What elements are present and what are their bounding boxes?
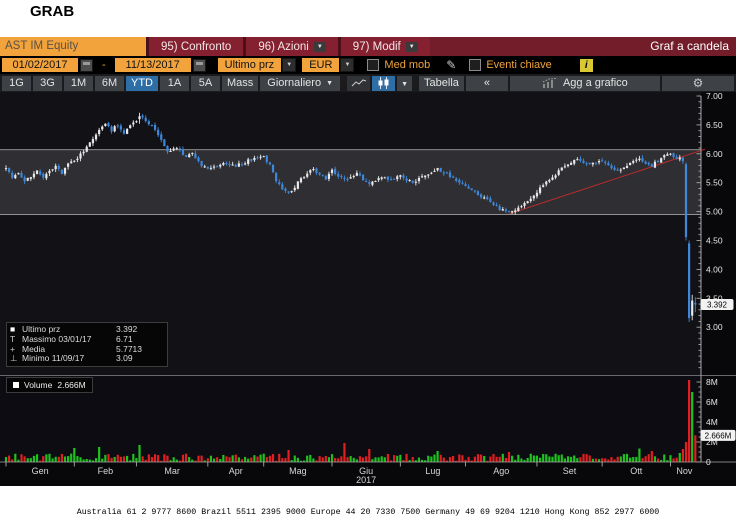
currency-select[interactable]: EUR: [302, 58, 340, 72]
svg-text:3.00: 3.00: [706, 322, 723, 332]
chart-toolbar: 1G 3G 1M 6M YTD 1A 5A Mass Giornaliero ▼…: [0, 74, 736, 92]
chevron-down-icon[interactable]: ▼: [282, 58, 297, 72]
svg-text:4.00: 4.00: [706, 264, 723, 274]
svg-text:6.00: 6.00: [706, 149, 723, 159]
svg-text:Feb: Feb: [98, 466, 114, 476]
frequency-select[interactable]: Giornaliero ▼: [260, 75, 341, 91]
gear-icon: ⚙: [692, 75, 704, 90]
svg-text:4M: 4M: [706, 417, 718, 427]
period-button-5a[interactable]: 5A: [191, 75, 220, 91]
period-button-1a[interactable]: 1A: [160, 75, 189, 91]
svg-text:6M: 6M: [706, 397, 718, 407]
chevron-down-icon: ▼: [405, 41, 418, 52]
bloomberg-terminal: GRAB AST IM Equity 95) Confronto 96) Azi…: [0, 0, 736, 530]
svg-text:Mag: Mag: [289, 466, 307, 476]
price-source-select[interactable]: Ultimo prz: [217, 58, 282, 72]
settings-button[interactable]: ⚙: [661, 75, 734, 91]
candlestick-icon: [378, 77, 389, 89]
frequency-label: Giornaliero: [267, 76, 322, 89]
svg-text:Ago: Ago: [493, 466, 509, 476]
med-mob-checkbox[interactable]: [367, 59, 380, 71]
date-range-separator: -: [102, 59, 106, 71]
svg-text:6.50: 6.50: [706, 120, 723, 130]
eventi-chiave-checkbox[interactable]: [469, 59, 482, 71]
svg-text:3.392: 3.392: [707, 301, 728, 310]
menu-azioni-label: 96) Azioni: [258, 40, 309, 53]
svg-text:Ott: Ott: [630, 466, 643, 476]
period-button-6m[interactable]: 6M: [95, 75, 124, 91]
volume-legend[interactable]: Volume 2.666M: [6, 377, 93, 393]
volume-legend-value: 2.666M: [57, 380, 86, 390]
svg-text:Mar: Mar: [164, 466, 180, 476]
period-button-3g[interactable]: 3G: [33, 75, 62, 91]
date-to-input[interactable]: 11/13/2017: [114, 58, 191, 72]
collapse-panel-button[interactable]: «: [465, 75, 508, 91]
info-icon[interactable]: i: [579, 58, 593, 72]
chevron-down-icon: ▼: [401, 80, 408, 88]
grab-bar: GRAB: [0, 0, 736, 37]
calendar-icon[interactable]: [80, 58, 93, 72]
period-button-1g[interactable]: 1G: [2, 75, 31, 91]
svg-text:Gen: Gen: [32, 466, 49, 476]
period-button-ytd[interactable]: YTD: [126, 75, 158, 91]
footer-contacts-line: Australia 61 2 9777 8600 Brazil 5511 239…: [76, 507, 660, 517]
pencil-icon[interactable]: ✎: [446, 58, 456, 72]
chart-type-dropdown-button[interactable]: ▼: [397, 75, 413, 91]
chevron-down-icon: ▼: [326, 79, 334, 87]
chevron-down-icon: ▼: [313, 41, 326, 52]
chart-legend[interactable]: ■ Ultimo prz 3.392 T Massimo 03/01/17 6.…: [6, 322, 168, 368]
chart-area: 7.00 6.50 6.00 5.50 5.00 4.50 4.00 3.50 3.00 0 2M 4…: [0, 92, 736, 486]
svg-text:Set: Set: [563, 466, 577, 476]
svg-text:Lug: Lug: [425, 466, 440, 476]
menu-modif-label: 97) Modif: [352, 40, 401, 53]
line-chart-type-button[interactable]: [347, 75, 371, 91]
tabella-button[interactable]: Tabella: [419, 75, 464, 91]
grab-title: GRAB: [30, 3, 75, 20]
legend-value: 3.09: [116, 353, 133, 364]
filter-bar: 01/02/2017 - 11/13/2017 Ultimo prz ▼ EUR…: [0, 56, 736, 74]
date-from-input[interactable]: 01/02/2017: [2, 58, 78, 72]
svg-text:5.50: 5.50: [706, 178, 723, 188]
agg-a-grafico-button[interactable]: Agg a grafico: [509, 75, 660, 91]
agg-a-grafico-label: Agg a grafico: [562, 76, 628, 89]
svg-text:Apr: Apr: [229, 466, 243, 476]
menu-bar: AST IM Equity 95) Confronto 96) Azioni ▼…: [0, 37, 736, 56]
legend-row-min: ⊥ Minimo 11/09/17 3.09: [10, 354, 164, 364]
svg-text:8M: 8M: [706, 377, 718, 387]
menu-confronto-label: 95) Confronto: [161, 40, 232, 53]
menu-modif-button[interactable]: 97) Modif ▼: [337, 37, 430, 56]
candle-chart-type-button[interactable]: [372, 75, 396, 91]
line-chart-icon: [351, 79, 366, 87]
svg-text:7.00: 7.00: [706, 92, 723, 101]
calendar-icon[interactable]: [192, 58, 206, 72]
candlestick-chart[interactable]: 7.006.506.005.505.004.504.003.503.0002M4…: [0, 92, 736, 486]
min-marker-icon: ⊥: [10, 353, 18, 364]
menu-azioni-button[interactable]: 96) Azioni ▼: [243, 37, 338, 56]
eventi-chiave-label: Eventi chiave: [486, 59, 552, 71]
svg-text:2017: 2017: [356, 475, 376, 485]
period-button-1m[interactable]: 1M: [64, 75, 93, 91]
svg-text:Nov: Nov: [676, 466, 693, 476]
volume-legend-label: Volume: [24, 380, 53, 390]
ticker-input[interactable]: AST IM Equity: [0, 37, 146, 56]
svg-text:4.50: 4.50: [706, 236, 723, 246]
footer: Australia 61 2 9777 8600 Brazil 5511 239…: [0, 486, 736, 530]
menu-confronto-button[interactable]: 95) Confronto: [146, 37, 244, 56]
screen-title: Graf a candela: [650, 39, 729, 53]
svg-text:5.00: 5.00: [706, 207, 723, 217]
svg-text:2.666M: 2.666M: [705, 431, 732, 440]
period-button-mass[interactable]: Mass: [222, 75, 259, 91]
med-mob-label: Med mob: [384, 59, 431, 71]
legend-swatch-icon: [13, 382, 19, 388]
chevron-down-icon[interactable]: ▼: [340, 58, 355, 72]
add-to-chart-icon: [542, 78, 557, 88]
svg-text:0: 0: [706, 457, 711, 467]
